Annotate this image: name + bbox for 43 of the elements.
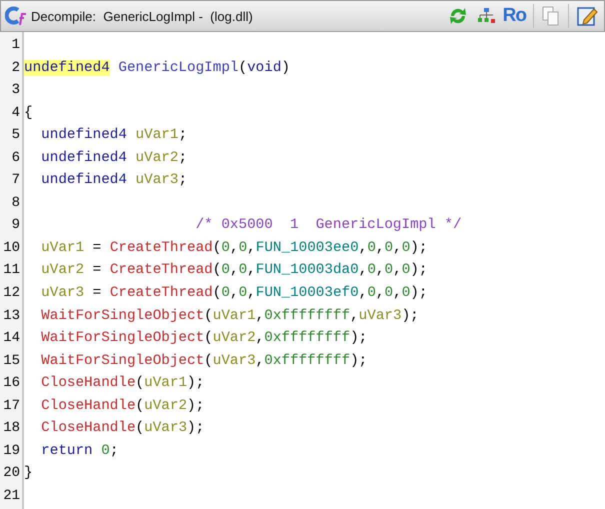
line-number: 1	[10, 36, 21, 55]
code-line: undefined4 uVar1;	[40, 126, 188, 146]
code-line: CloseHandle(uVar2);	[40, 396, 204, 416]
line-number: 3	[10, 81, 21, 100]
line-number: 21	[2, 486, 21, 506]
line-number: 2	[10, 58, 21, 78]
line-number: 18	[2, 419, 21, 438]
code-line: uVar2 = CreateThread(0,0,FUN_10003da0,0,0,0);	[40, 261, 428, 280]
line-number: 9	[10, 216, 21, 236]
code-line: {	[24, 104, 33, 123]
code-line: WaitForSingleObject(uVar3,0xffffffff);	[40, 352, 368, 371]
line-number: 5	[10, 126, 21, 146]
line-number: 20	[2, 464, 21, 484]
line-number: 7	[10, 171, 21, 190]
tree-icon[interactable]	[476, 6, 496, 26]
line-number: 11	[2, 261, 21, 280]
code-line: undefined4 GenericLogImpl(void)	[24, 58, 290, 78]
code-line: return 0;	[40, 442, 118, 461]
code-line: WaitForSingleObject(uVar1,0xffffffff,uVar3);	[40, 306, 419, 326]
line-number: 12	[2, 284, 21, 304]
line-number: 6	[10, 148, 21, 168]
code-line: uVar3 = CreateThread(0,0,FUN_10003ef0,0,0,0);	[40, 284, 428, 304]
edit-icon[interactable]	[576, 5, 598, 27]
decompiler-icon	[5, 5, 27, 27]
code-line: CloseHandle(uVar3);	[40, 419, 204, 438]
code-line: undefined4 uVar2;	[40, 148, 188, 168]
code-line: WaitForSingleObject(uVar2,0xffffffff);	[40, 329, 368, 348]
window-title: Decompile: GenericLogImpl - (log.dll)	[31, 8, 254, 24]
code-line: }	[24, 464, 33, 484]
line-number: 16	[2, 374, 21, 394]
line-number: 17	[2, 396, 21, 416]
code-line: uVar1 = CreateThread(0,0,FUN_10003ee0,0,0,0);	[40, 238, 428, 258]
line-number: 4	[10, 104, 21, 123]
line-number: 8	[10, 194, 21, 213]
line-number: 15	[2, 352, 21, 371]
code-line: undefined4 uVar3;	[40, 171, 188, 190]
line-number: 19	[2, 442, 21, 461]
code-line: /* 0x5000 1 GenericLogImpl */	[194, 216, 462, 236]
line-number: 13	[2, 306, 21, 326]
ro-button[interactable]: Ro	[502, 5, 526, 27]
line-number: 14	[2, 329, 21, 348]
line-number: 10	[2, 238, 21, 258]
code-line: CloseHandle(uVar1);	[40, 374, 204, 394]
